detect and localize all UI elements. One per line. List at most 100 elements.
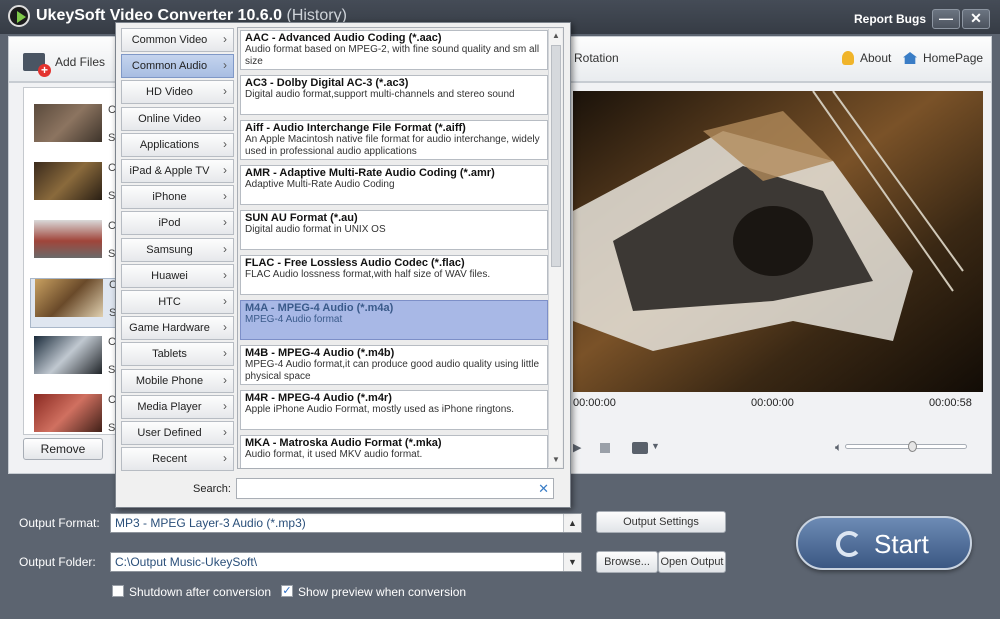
chevron-right-icon: › [223, 189, 227, 204]
category-hd-video[interactable]: HD Video › [121, 80, 234, 105]
format-title: M4B - MPEG-4 Audio (*.m4b) [245, 347, 395, 359]
chevron-up-icon[interactable]: ▲ [563, 514, 581, 532]
volume-slider-handle[interactable] [908, 441, 917, 452]
about-button[interactable]: About [842, 51, 891, 65]
category-label: Recent [152, 453, 187, 466]
remove-button[interactable]: Remove [23, 438, 103, 460]
format-title: M4A - MPEG-4 Audio (*.m4a) [245, 302, 394, 314]
file-thumbnail [34, 104, 102, 142]
play-icon[interactable]: ▶ [573, 441, 581, 454]
category-label: Tablets [152, 348, 187, 361]
category-htc[interactable]: HTC › [121, 290, 234, 314]
format-description: MPEG-4 Audio format,it can produce good … [245, 359, 540, 382]
format-selection-popup: Common Video › Common Audio › HD Video › Onlin… [115, 22, 571, 508]
output-format-select[interactable]: MP3 - MPEG Layer-3 Audio (*.mp3) ▲ [110, 513, 582, 533]
category-tablets[interactable]: Tablets › [121, 342, 234, 367]
scroll-down-icon[interactable]: ▼ [550, 453, 562, 467]
format-item[interactable]: Aiff - Audio Interchange File Format (*.… [240, 120, 548, 160]
category-iphone[interactable]: iPhone › [121, 185, 234, 210]
add-files-button[interactable]: + Add Files [23, 51, 106, 77]
file-thumbnail [34, 162, 102, 200]
chevron-right-icon: › [223, 84, 227, 99]
open-output-button[interactable]: Open Output [658, 551, 726, 573]
format-description: Digital audio format,support multi-chann… [245, 89, 515, 100]
output-settings-button[interactable]: Output Settings [596, 511, 726, 533]
category-mobile-phone[interactable]: Mobile Phone › [121, 368, 234, 393]
category-online-video[interactable]: Online Video › [121, 106, 234, 131]
format-search-input[interactable]: ✕ [236, 478, 554, 499]
format-description: Digital audio format in UNIX OS [245, 224, 386, 235]
category-label: iPhone [152, 191, 187, 204]
snapshot-dropdown-icon[interactable]: ▼ [651, 441, 660, 451]
volume-slider[interactable] [845, 441, 967, 452]
format-item[interactable]: M4B - MPEG-4 Audio (*.m4b) MPEG-4 Audio f… [240, 345, 548, 385]
stop-icon[interactable] [600, 443, 610, 453]
chevron-right-icon: › [223, 372, 227, 387]
shutdown-checkbox[interactable] [112, 585, 124, 597]
category-media-player[interactable]: Media Player › [121, 394, 234, 419]
browse-button[interactable]: Browse... [596, 551, 658, 573]
format-list-scrollbar[interactable]: ▲ ▼ [548, 29, 562, 467]
category-samsung[interactable]: Samsung › [121, 237, 234, 262]
format-title: Aiff - Audio Interchange File Format (*.… [245, 122, 466, 134]
output-folder-field[interactable]: C:\Output Music-UkeySoft\ ▼ [110, 552, 582, 572]
format-description: FLAC Audio lossness format,with half siz… [245, 269, 491, 280]
format-title: M4R - MPEG-4 Audio (*.m4r) [245, 392, 392, 404]
report-bugs-link[interactable]: Report Bugs [854, 12, 926, 26]
category-recent[interactable]: Recent › [121, 447, 234, 472]
format-item[interactable]: M4A - MPEG-4 Audio (*.m4a) MPEG-4 Audio f… [240, 300, 548, 340]
app-logo-icon [8, 5, 30, 27]
category-label: Huawei [151, 269, 188, 282]
volume-icon[interactable]: 🔈︎ [835, 440, 842, 455]
output-format-value: MP3 - MPEG Layer-3 Audio (*.mp3) [115, 516, 306, 530]
format-item[interactable]: AMR - Adaptive Multi-Rate Audio Coding (… [240, 165, 548, 205]
chevron-right-icon: › [223, 451, 227, 466]
format-title: MKA - Matroska Audio Format (*.mka) [245, 437, 442, 449]
format-item[interactable]: M4R - MPEG-4 Audio (*.m4r) Apple iPhone A… [240, 390, 548, 430]
format-title: AC3 - Dolby Digital AC-3 (*.ac3) [245, 77, 409, 89]
category-common-audio[interactable]: Common Audio › [121, 54, 234, 79]
format-title: AAC - Advanced Audio Coding (*.aac) [245, 32, 442, 44]
add-files-label: Add Files [55, 55, 106, 69]
chevron-right-icon: › [223, 346, 227, 361]
start-button[interactable]: Start [796, 516, 972, 570]
minimize-button[interactable]: — [932, 9, 960, 29]
category-label: Applications [139, 138, 200, 151]
format-item[interactable]: MKA - Matroska Audio Format (*.mka) Audio… [240, 435, 548, 468]
category-common-video[interactable]: Common Video › [121, 28, 234, 52]
category-label: Online Video [138, 112, 201, 125]
output-format-label: Output Format: [19, 516, 100, 530]
format-item[interactable]: AC3 - Dolby Digital AC-3 (*.ac3) Digital … [240, 75, 548, 115]
category-ipad-apple-tv[interactable]: iPad & Apple TV › [121, 159, 234, 183]
category-applications[interactable]: Applications › [121, 132, 234, 157]
scrollbar-thumb[interactable] [551, 45, 561, 267]
file-thumbnail [34, 394, 102, 432]
category-huawei[interactable]: Huawei › [121, 263, 234, 288]
search-label: Search: [193, 483, 231, 495]
snapshot-camera-icon[interactable] [632, 442, 648, 454]
category-label: iPad & Apple TV [129, 165, 210, 177]
format-item[interactable]: AAC - Advanced Audio Coding (*.aac) Audio… [240, 30, 548, 70]
convert-refresh-icon [836, 531, 862, 557]
show-preview-checkbox[interactable]: ✓ [281, 585, 293, 597]
homepage-label: HomePage [923, 51, 984, 65]
chevron-right-icon: › [223, 267, 227, 282]
format-list: AAC - Advanced Audio Coding (*.aac) Audio… [237, 27, 564, 469]
chevron-right-icon: › [223, 241, 227, 256]
format-item[interactable]: SUN AU Format (*.au) Digital audio format… [240, 210, 548, 250]
scroll-up-icon[interactable]: ▲ [550, 29, 562, 43]
homepage-button[interactable]: HomePage [903, 51, 983, 65]
format-description: Apple iPhone Audio Format, mostly used a… [245, 404, 515, 415]
category-label: Common Video [131, 34, 208, 46]
chevron-right-icon: › [223, 294, 227, 308]
total-time: 00:00:58 [929, 397, 972, 409]
category-ipod[interactable]: iPod › [121, 211, 234, 236]
category-label: Mobile Phone [135, 374, 204, 387]
close-button[interactable]: ✕ [962, 9, 990, 29]
rotation-button[interactable]: Rotation [574, 51, 619, 65]
format-item[interactable]: FLAC - Free Lossless Audio Codec (*.flac… [240, 255, 548, 295]
clear-search-icon[interactable]: ✕ [538, 481, 549, 497]
chevron-down-icon[interactable]: ▼ [563, 553, 581, 571]
category-game-hardware[interactable]: Game Hardware › [121, 316, 234, 341]
category-user-defined[interactable]: User Defined › [121, 421, 234, 445]
